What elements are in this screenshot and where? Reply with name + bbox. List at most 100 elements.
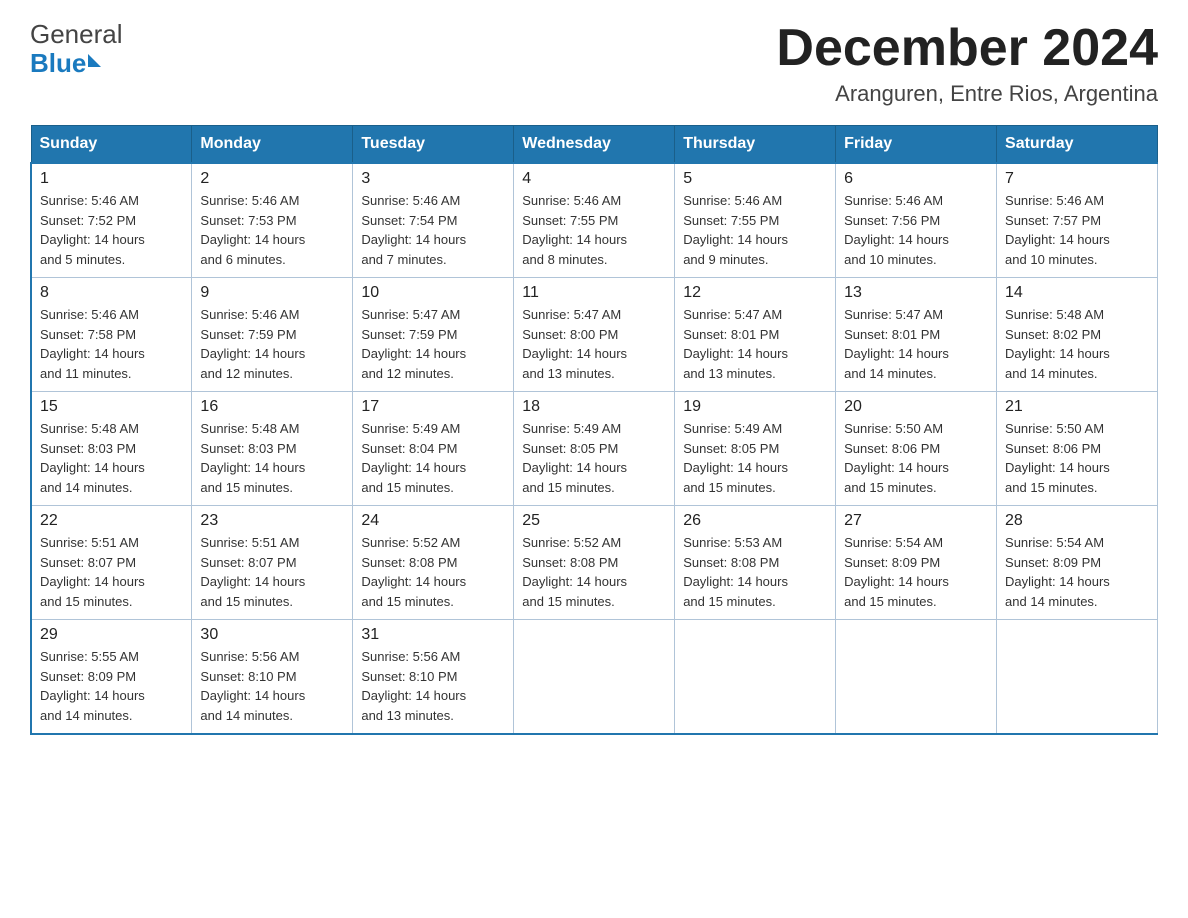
calendar-cell: 11 Sunrise: 5:47 AM Sunset: 8:00 PM Dayl…: [514, 278, 675, 392]
calendar-week-2: 8 Sunrise: 5:46 AM Sunset: 7:58 PM Dayli…: [31, 278, 1158, 392]
calendar-cell: 27 Sunrise: 5:54 AM Sunset: 8:09 PM Dayl…: [836, 506, 997, 620]
calendar-cell: 29 Sunrise: 5:55 AM Sunset: 8:09 PM Dayl…: [31, 620, 192, 735]
calendar-cell: 14 Sunrise: 5:48 AM Sunset: 8:02 PM Dayl…: [997, 278, 1158, 392]
day-info: Sunrise: 5:46 AM Sunset: 7:58 PM Dayligh…: [40, 305, 183, 383]
day-number: 17: [361, 398, 505, 416]
day-info: Sunrise: 5:51 AM Sunset: 8:07 PM Dayligh…: [200, 533, 344, 611]
calendar-cell: 3 Sunrise: 5:46 AM Sunset: 7:54 PM Dayli…: [353, 163, 514, 278]
header-row: Sunday Monday Tuesday Wednesday Thursday…: [31, 126, 1158, 164]
day-number: 11: [522, 284, 666, 302]
day-info: Sunrise: 5:47 AM Sunset: 8:00 PM Dayligh…: [522, 305, 666, 383]
day-number: 16: [200, 398, 344, 416]
day-info: Sunrise: 5:46 AM Sunset: 7:59 PM Dayligh…: [200, 305, 344, 383]
day-number: 14: [1005, 284, 1149, 302]
calendar-cell: 31 Sunrise: 5:56 AM Sunset: 8:10 PM Dayl…: [353, 620, 514, 735]
col-tuesday: Tuesday: [353, 126, 514, 164]
day-number: 21: [1005, 398, 1149, 416]
day-number: 5: [683, 170, 827, 188]
day-info: Sunrise: 5:55 AM Sunset: 8:09 PM Dayligh…: [40, 647, 183, 725]
calendar-cell: 1 Sunrise: 5:46 AM Sunset: 7:52 PM Dayli…: [31, 163, 192, 278]
day-number: 13: [844, 284, 988, 302]
day-number: 27: [844, 512, 988, 530]
logo-arrow-icon: [88, 54, 101, 67]
calendar-cell: 26 Sunrise: 5:53 AM Sunset: 8:08 PM Dayl…: [675, 506, 836, 620]
calendar-cell: [675, 620, 836, 735]
calendar-cell: 4 Sunrise: 5:46 AM Sunset: 7:55 PM Dayli…: [514, 163, 675, 278]
calendar-cell: 8 Sunrise: 5:46 AM Sunset: 7:58 PM Dayli…: [31, 278, 192, 392]
day-info: Sunrise: 5:46 AM Sunset: 7:56 PM Dayligh…: [844, 191, 988, 269]
calendar-cell: 21 Sunrise: 5:50 AM Sunset: 8:06 PM Dayl…: [997, 392, 1158, 506]
day-info: Sunrise: 5:51 AM Sunset: 8:07 PM Dayligh…: [40, 533, 183, 611]
day-number: 1: [40, 170, 183, 188]
day-number: 8: [40, 284, 183, 302]
day-info: Sunrise: 5:52 AM Sunset: 8:08 PM Dayligh…: [361, 533, 505, 611]
day-info: Sunrise: 5:47 AM Sunset: 7:59 PM Dayligh…: [361, 305, 505, 383]
calendar-week-3: 15 Sunrise: 5:48 AM Sunset: 8:03 PM Dayl…: [31, 392, 1158, 506]
day-number: 20: [844, 398, 988, 416]
calendar-cell: 16 Sunrise: 5:48 AM Sunset: 8:03 PM Dayl…: [192, 392, 353, 506]
calendar-body: 1 Sunrise: 5:46 AM Sunset: 7:52 PM Dayli…: [31, 163, 1158, 734]
day-info: Sunrise: 5:46 AM Sunset: 7:53 PM Dayligh…: [200, 191, 344, 269]
day-info: Sunrise: 5:47 AM Sunset: 8:01 PM Dayligh…: [844, 305, 988, 383]
day-info: Sunrise: 5:56 AM Sunset: 8:10 PM Dayligh…: [200, 647, 344, 725]
day-number: 30: [200, 626, 344, 644]
calendar-cell: 17 Sunrise: 5:49 AM Sunset: 8:04 PM Dayl…: [353, 392, 514, 506]
day-info: Sunrise: 5:46 AM Sunset: 7:57 PM Dayligh…: [1005, 191, 1149, 269]
title-block: December 2024 Aranguren, Entre Rios, Arg…: [776, 20, 1158, 107]
day-info: Sunrise: 5:54 AM Sunset: 8:09 PM Dayligh…: [844, 533, 988, 611]
calendar-cell: 24 Sunrise: 5:52 AM Sunset: 8:08 PM Dayl…: [353, 506, 514, 620]
calendar-cell: 15 Sunrise: 5:48 AM Sunset: 8:03 PM Dayl…: [31, 392, 192, 506]
day-number: 7: [1005, 170, 1149, 188]
logo-blue-text: Blue: [30, 49, 86, 78]
day-number: 29: [40, 626, 183, 644]
day-info: Sunrise: 5:49 AM Sunset: 8:05 PM Dayligh…: [683, 419, 827, 497]
col-friday: Friday: [836, 126, 997, 164]
calendar-week-5: 29 Sunrise: 5:55 AM Sunset: 8:09 PM Dayl…: [31, 620, 1158, 735]
day-number: 19: [683, 398, 827, 416]
day-number: 10: [361, 284, 505, 302]
calendar-cell: [514, 620, 675, 735]
calendar-cell: 2 Sunrise: 5:46 AM Sunset: 7:53 PM Dayli…: [192, 163, 353, 278]
logo-general-text: General: [30, 20, 123, 49]
day-info: Sunrise: 5:49 AM Sunset: 8:04 PM Dayligh…: [361, 419, 505, 497]
day-info: Sunrise: 5:46 AM Sunset: 7:55 PM Dayligh…: [683, 191, 827, 269]
calendar-table: Sunday Monday Tuesday Wednesday Thursday…: [30, 125, 1158, 735]
calendar-cell: 9 Sunrise: 5:46 AM Sunset: 7:59 PM Dayli…: [192, 278, 353, 392]
day-number: 4: [522, 170, 666, 188]
calendar-cell: 18 Sunrise: 5:49 AM Sunset: 8:05 PM Dayl…: [514, 392, 675, 506]
calendar-cell: 23 Sunrise: 5:51 AM Sunset: 8:07 PM Dayl…: [192, 506, 353, 620]
day-info: Sunrise: 5:46 AM Sunset: 7:54 PM Dayligh…: [361, 191, 505, 269]
day-info: Sunrise: 5:48 AM Sunset: 8:03 PM Dayligh…: [200, 419, 344, 497]
calendar-cell: 6 Sunrise: 5:46 AM Sunset: 7:56 PM Dayli…: [836, 163, 997, 278]
col-monday: Monday: [192, 126, 353, 164]
day-number: 26: [683, 512, 827, 530]
day-info: Sunrise: 5:46 AM Sunset: 7:55 PM Dayligh…: [522, 191, 666, 269]
calendar-week-4: 22 Sunrise: 5:51 AM Sunset: 8:07 PM Dayl…: [31, 506, 1158, 620]
calendar-week-1: 1 Sunrise: 5:46 AM Sunset: 7:52 PM Dayli…: [31, 163, 1158, 278]
day-number: 15: [40, 398, 183, 416]
calendar-header: Sunday Monday Tuesday Wednesday Thursday…: [31, 126, 1158, 164]
day-number: 18: [522, 398, 666, 416]
calendar-cell: 30 Sunrise: 5:56 AM Sunset: 8:10 PM Dayl…: [192, 620, 353, 735]
day-number: 24: [361, 512, 505, 530]
day-info: Sunrise: 5:50 AM Sunset: 8:06 PM Dayligh…: [844, 419, 988, 497]
calendar-cell: 22 Sunrise: 5:51 AM Sunset: 8:07 PM Dayl…: [31, 506, 192, 620]
month-year-title: December 2024: [776, 20, 1158, 77]
day-info: Sunrise: 5:56 AM Sunset: 8:10 PM Dayligh…: [361, 647, 505, 725]
day-number: 6: [844, 170, 988, 188]
calendar-cell: 10 Sunrise: 5:47 AM Sunset: 7:59 PM Dayl…: [353, 278, 514, 392]
calendar-cell: 5 Sunrise: 5:46 AM Sunset: 7:55 PM Dayli…: [675, 163, 836, 278]
logo: General Blue: [30, 20, 123, 77]
col-thursday: Thursday: [675, 126, 836, 164]
calendar-cell: 28 Sunrise: 5:54 AM Sunset: 8:09 PM Dayl…: [997, 506, 1158, 620]
calendar-cell: [836, 620, 997, 735]
day-info: Sunrise: 5:46 AM Sunset: 7:52 PM Dayligh…: [40, 191, 183, 269]
day-number: 23: [200, 512, 344, 530]
day-number: 22: [40, 512, 183, 530]
calendar-cell: 12 Sunrise: 5:47 AM Sunset: 8:01 PM Dayl…: [675, 278, 836, 392]
calendar-cell: 13 Sunrise: 5:47 AM Sunset: 8:01 PM Dayl…: [836, 278, 997, 392]
day-info: Sunrise: 5:47 AM Sunset: 8:01 PM Dayligh…: [683, 305, 827, 383]
day-info: Sunrise: 5:49 AM Sunset: 8:05 PM Dayligh…: [522, 419, 666, 497]
day-number: 28: [1005, 512, 1149, 530]
day-info: Sunrise: 5:50 AM Sunset: 8:06 PM Dayligh…: [1005, 419, 1149, 497]
